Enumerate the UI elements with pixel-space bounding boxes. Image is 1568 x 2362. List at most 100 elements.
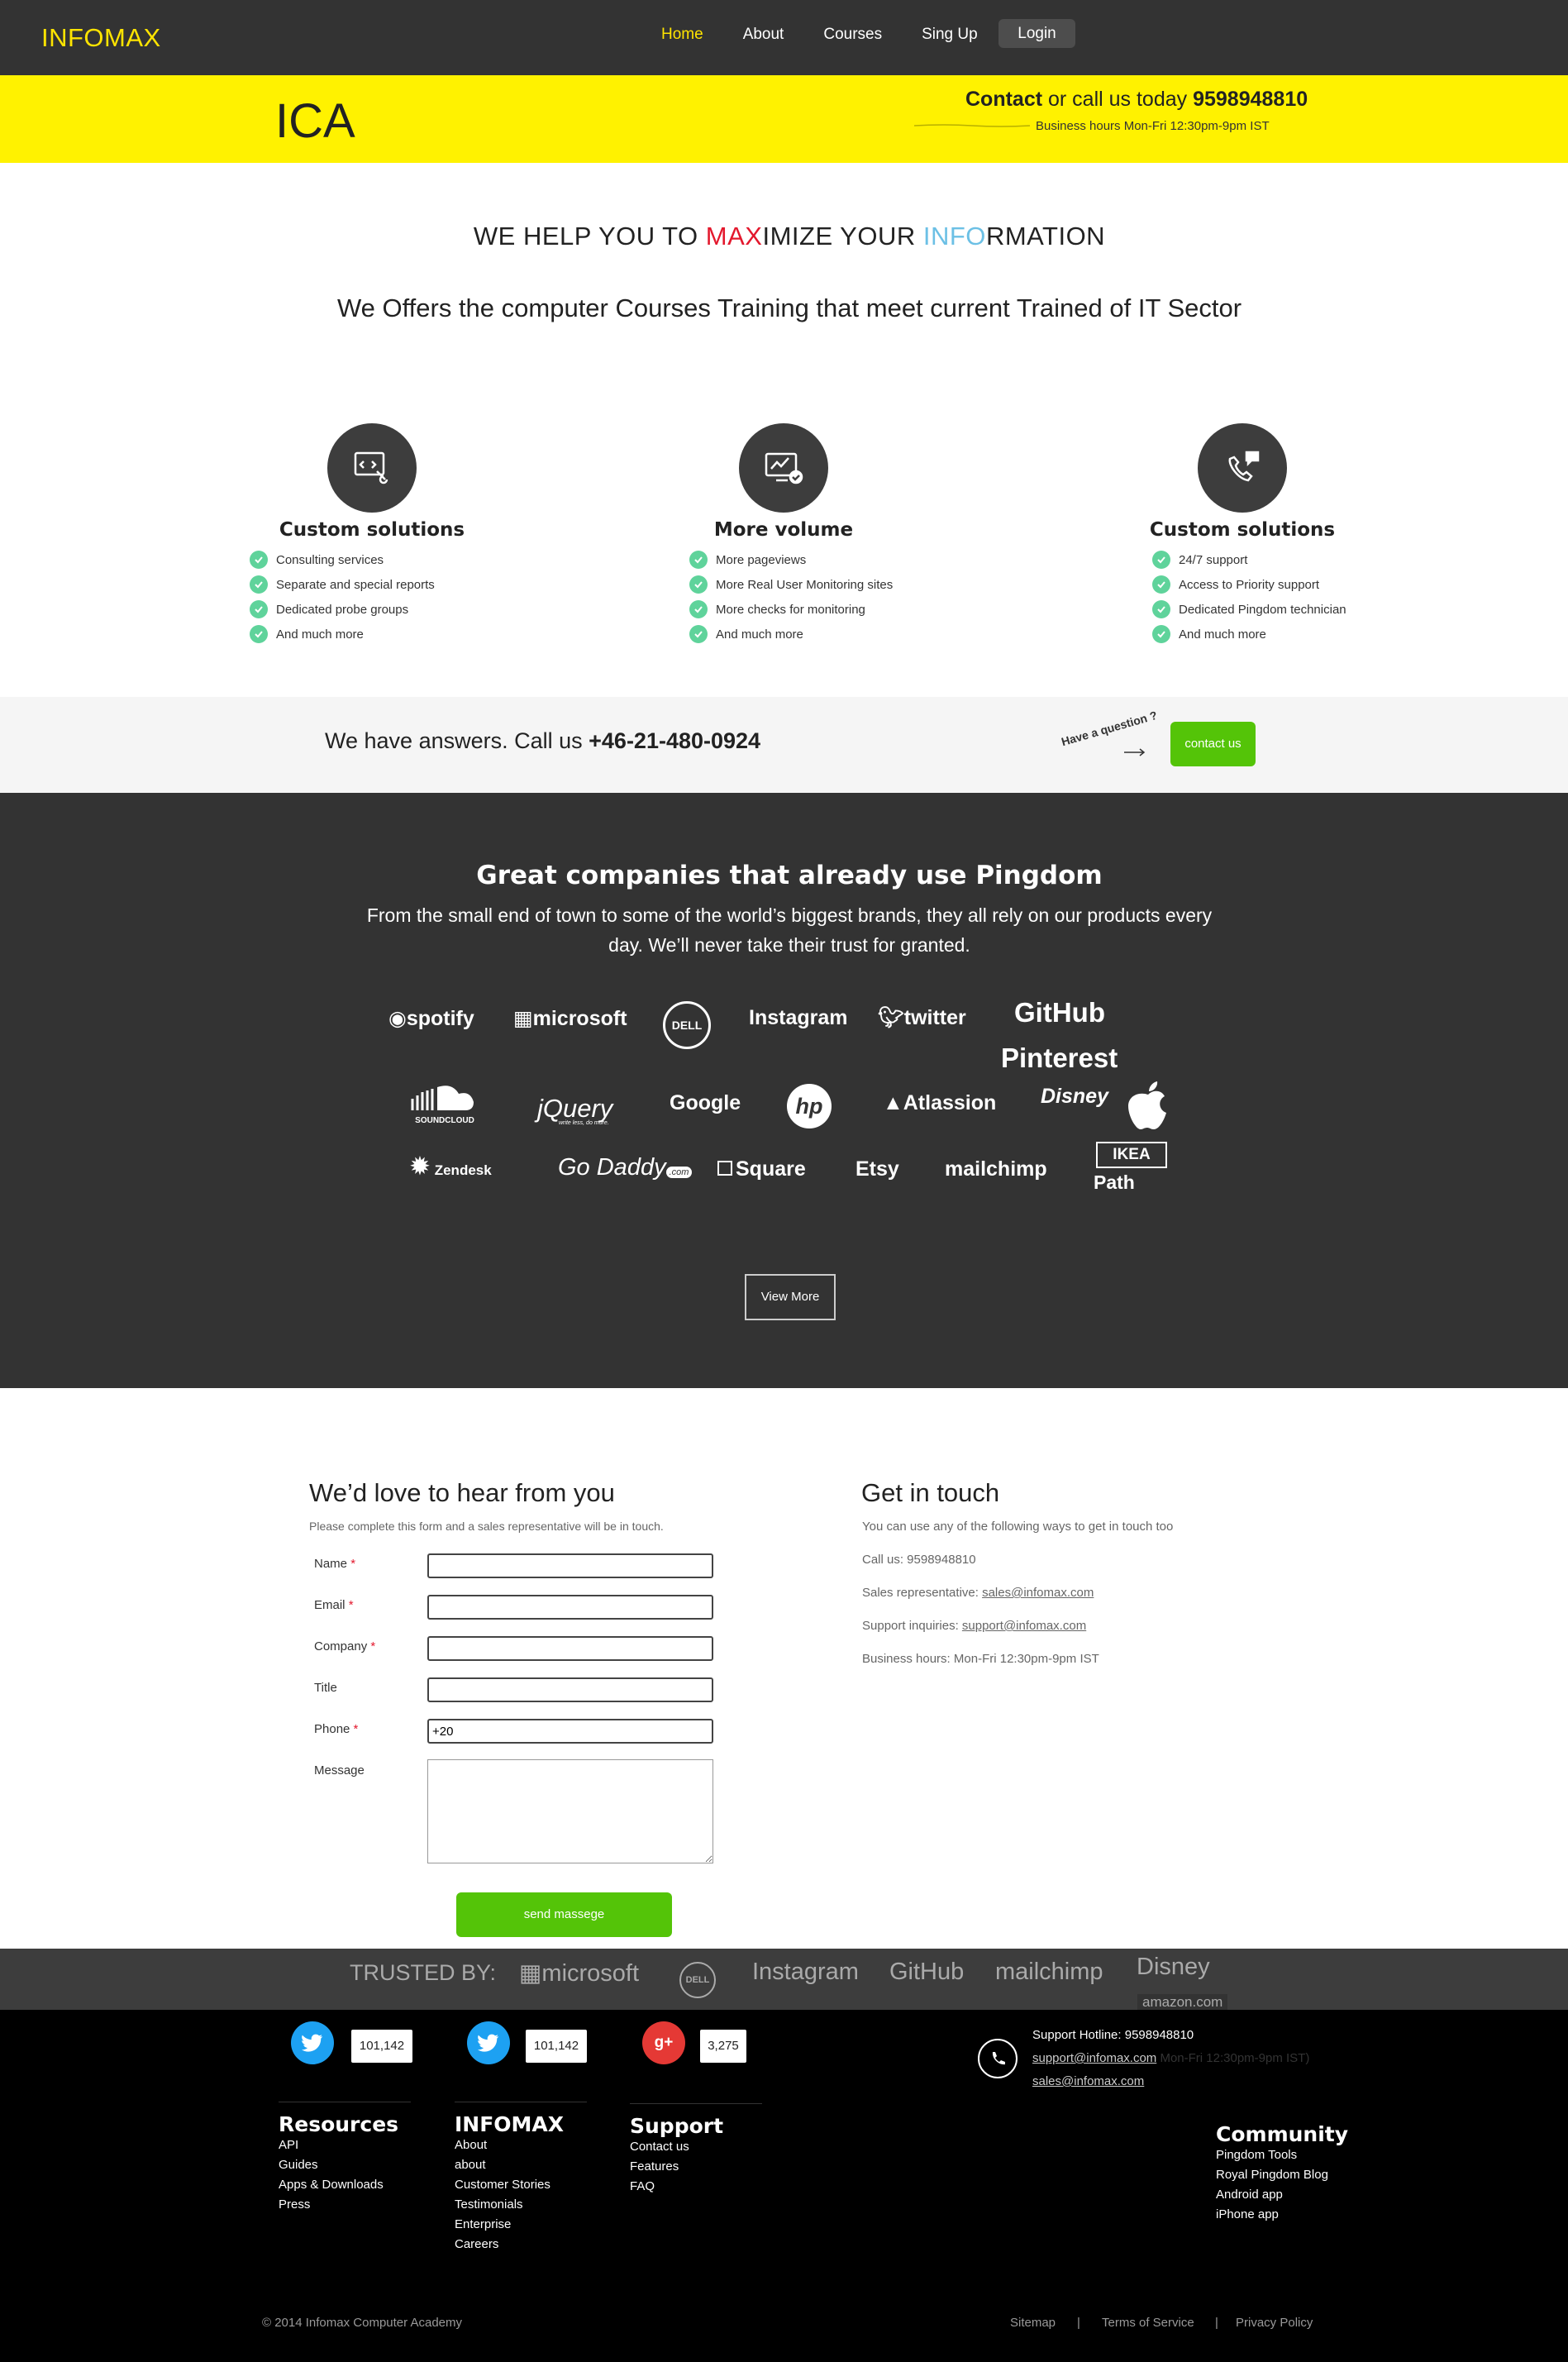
check-icon <box>250 600 268 618</box>
microsoft-logo: ▦microsoft <box>513 1006 627 1031</box>
disney-logo: Disney <box>1137 1954 1210 1980</box>
google-plus-count: 3,275 <box>700 2030 746 2063</box>
twitter-count: 101,142 <box>351 2030 412 2063</box>
column-title: Support <box>630 2114 724 2138</box>
nav-home[interactable]: Home <box>661 26 703 44</box>
login-button[interactable]: Login <box>998 19 1075 48</box>
support-hours-dim: Mon-Fri 12:30pm-9pm IST) <box>1156 2051 1310 2065</box>
terms-link[interactable]: Terms of Service <box>1102 2316 1194 2330</box>
send-message-button[interactable]: send massege <box>456 1892 672 1937</box>
required-mark: * <box>353 1722 359 1736</box>
list-item: 24/7 support <box>1152 547 1375 572</box>
path-logo: Path <box>1094 1171 1135 1193</box>
twitter-icon[interactable] <box>467 2021 510 2064</box>
footer-link[interactable]: about <box>455 2155 587 2175</box>
footer-link[interactable]: Careers <box>455 2235 587 2255</box>
dell-logo: DELL <box>663 1001 711 1049</box>
footer-link[interactable]: Royal Pingdom Blog <box>1216 2165 1348 2185</box>
phone-field[interactable] <box>427 1719 713 1744</box>
list-item: More checks for monitoring <box>689 597 916 622</box>
answers-text: We have answers. Call us +46-21-480-0924 <box>325 728 760 754</box>
support-email-link[interactable]: support@infomax.com <box>962 1619 1086 1633</box>
title-field[interactable] <box>427 1677 713 1702</box>
github-logo: GitHub <box>889 1959 965 1985</box>
banner-contact: Contact or call us today 9598948810 <box>965 88 1308 112</box>
trusted-by-bar: TRUSTED BY: ▦microsoft DELL Instagram Gi… <box>0 1949 1568 2011</box>
view-more-button[interactable]: View More <box>745 1274 836 1320</box>
footer-support-email[interactable]: support@infomax.com <box>1032 2051 1156 2065</box>
feature-item-text: Dedicated probe groups <box>276 602 409 617</box>
privacy-link[interactable]: Privacy Policy <box>1236 2316 1313 2330</box>
footer-link[interactable]: iPhone app <box>1216 2205 1348 2225</box>
hero-title-max: MAX <box>705 222 763 251</box>
email-label: Email * <box>314 1598 354 1612</box>
feature-item-text: More pageviews <box>716 552 807 567</box>
list-item: Access to Priority support <box>1152 572 1375 597</box>
feature-item-text: And much more <box>1179 627 1266 642</box>
phone-label: Phone * <box>314 1722 358 1736</box>
google-plus-icon[interactable]: g+ <box>642 2021 685 2064</box>
company-field[interactable] <box>427 1636 713 1661</box>
footer-column-infomax: INFOMAX About about Customer Stories Tes… <box>455 2102 587 2255</box>
check-icon <box>250 625 268 643</box>
answers-label: We have answers. Call us <box>325 728 589 753</box>
footer-link[interactable]: FAQ <box>630 2177 762 2197</box>
logo-text: jQuery <box>537 1094 613 1123</box>
nav-courses[interactable]: Courses <box>823 26 882 44</box>
contact-us-button[interactable]: contact us <box>1170 722 1256 766</box>
sales-email-link[interactable]: sales@infomax.com <box>982 1586 1094 1600</box>
footer-link[interactable]: Contact us <box>630 2137 762 2157</box>
get-in-touch-description: You can use any of the following ways to… <box>862 1520 1174 1534</box>
required-mark: * <box>350 1557 356 1571</box>
name-field[interactable] <box>427 1553 713 1578</box>
footer-link[interactable]: Testimonials <box>455 2195 587 2215</box>
ikea-logo: IKEA <box>1096 1142 1167 1168</box>
required-mark: * <box>370 1639 376 1653</box>
mailchimp-logo: mailchimp <box>945 1157 1047 1181</box>
mailchimp-logo: mailchimp <box>995 1959 1103 1985</box>
twitter-logo: 🐦︎twitter <box>878 1006 966 1030</box>
arrow-icon <box>1124 748 1146 756</box>
twitter-icon[interactable] <box>291 2021 334 2064</box>
sales-email-line: sales@infomax.com <box>1032 2074 1144 2088</box>
hero-title-info: INFO <box>922 222 986 251</box>
twitter-count: 101,142 <box>526 2030 587 2063</box>
jquery-tagline: write less, do more. <box>559 1120 609 1126</box>
feature-item-text: More Real User Monitoring sites <box>716 577 894 592</box>
footer-link[interactable]: Features <box>630 2157 762 2177</box>
feature-item-text: And much more <box>716 627 803 642</box>
email-field[interactable] <box>427 1595 713 1620</box>
support-email-line: support@infomax.com Mon-Fri 12:30pm-9pm … <box>1032 2051 1309 2065</box>
nav-links: Home About Courses Sing Up <box>661 26 1018 44</box>
nav-signup[interactable]: Sing Up <box>922 26 978 44</box>
footer-link[interactable]: Customer Stories <box>455 2175 587 2195</box>
footer-link[interactable]: Apps & Downloads <box>279 2175 411 2195</box>
nav-about[interactable]: About <box>743 26 784 44</box>
list-item: More Real User Monitoring sites <box>689 572 916 597</box>
message-field[interactable] <box>427 1759 713 1863</box>
business-hours: Business hours Mon-Fri 12:30pm-9pm IST <box>1036 119 1270 133</box>
footer-link[interactable]: Android app <box>1216 2185 1348 2205</box>
google-logo: Google <box>670 1091 741 1114</box>
footer-sales-email[interactable]: sales@infomax.com <box>1032 2074 1144 2088</box>
footer-link[interactable]: About <box>455 2135 587 2155</box>
logo-text: spotify <box>406 1007 474 1030</box>
sitemap-link[interactable]: Sitemap <box>1010 2316 1056 2330</box>
contact-phone: 9598948810 <box>1193 88 1308 111</box>
title-label: Title <box>314 1681 337 1695</box>
windows-icon: ▦ <box>513 1007 533 1030</box>
footer-link[interactable]: Pingdom Tools <box>1216 2145 1348 2165</box>
footer-link[interactable]: Press <box>279 2195 411 2215</box>
footer-link[interactable]: Guides <box>279 2155 411 2175</box>
brand-logo[interactable]: INFOMAX <box>41 23 161 53</box>
hours-line: Business hours: Mon-Fri 12:30pm-9pm IST <box>862 1652 1099 1666</box>
label-text: Email <box>314 1598 346 1612</box>
column-title: Resources <box>279 2112 399 2136</box>
square-icon <box>717 1161 732 1176</box>
gear-icon: ✹ <box>409 1152 431 1181</box>
check-icon <box>689 625 708 643</box>
squiggle-decoration <box>914 124 1030 127</box>
footer-link[interactable]: Enterprise <box>455 2215 587 2235</box>
message-label: Message <box>314 1763 365 1777</box>
footer-link[interactable]: API <box>279 2135 411 2155</box>
